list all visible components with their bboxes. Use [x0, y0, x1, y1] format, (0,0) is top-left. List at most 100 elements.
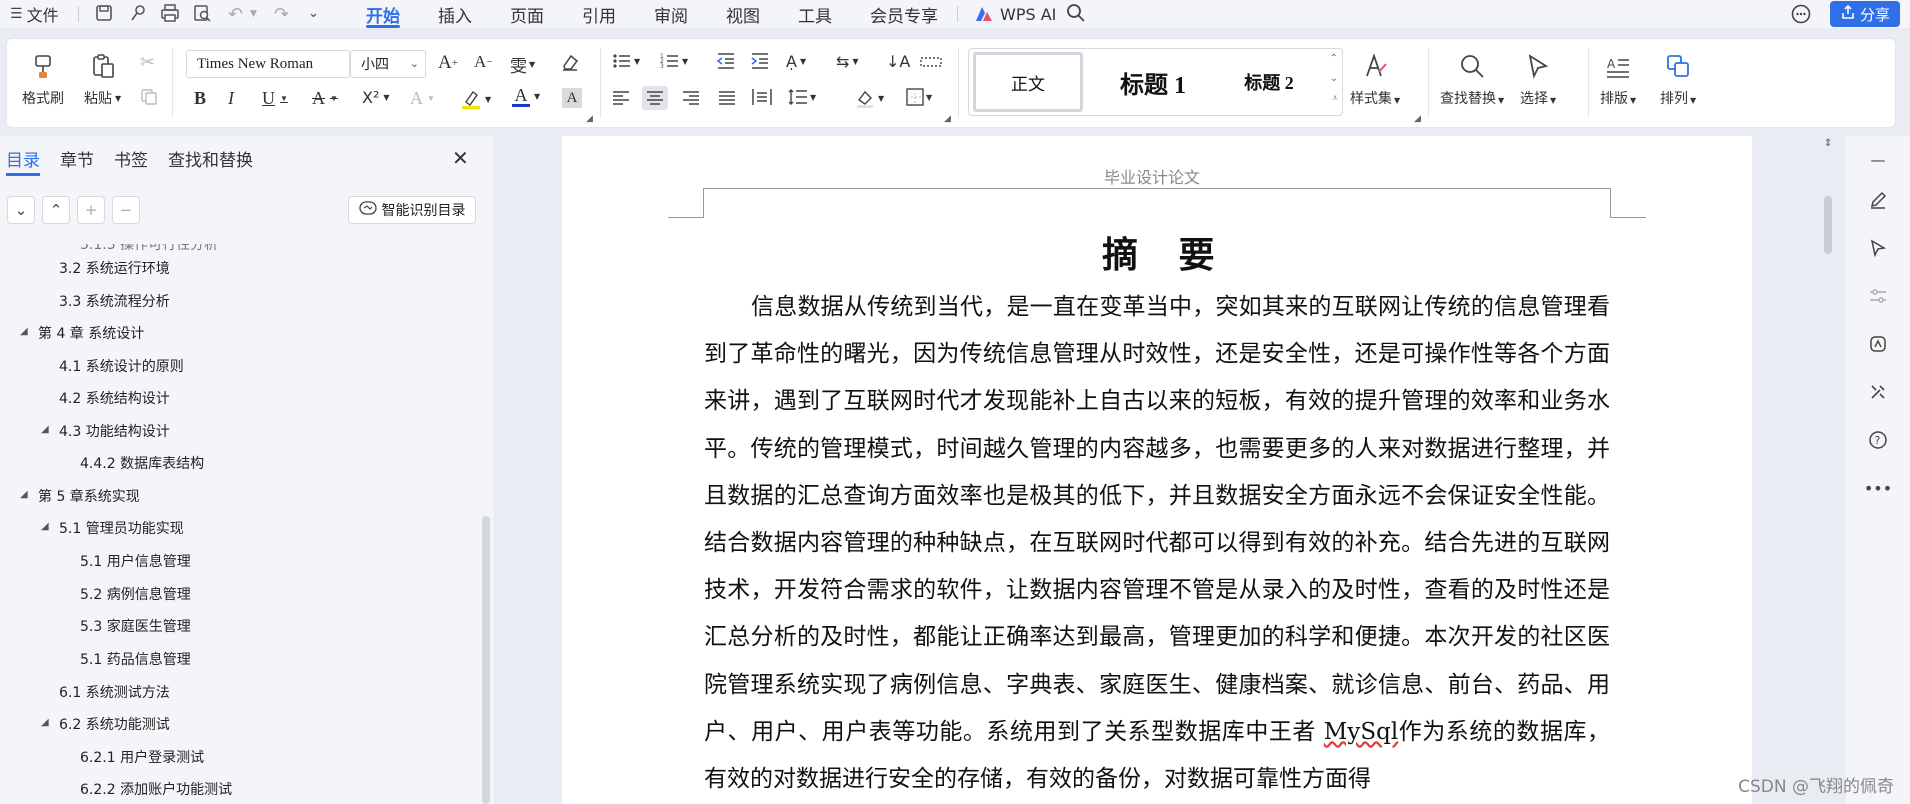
shading-icon[interactable]: ▼ [854, 88, 884, 108]
more-chevron-icon[interactable]: ⌄ [308, 6, 319, 21]
distribute-icon[interactable] [752, 88, 772, 106]
tab-insert[interactable]: 插入 [419, 0, 491, 28]
toc-item[interactable]: 6.2.2 添加账户功能测试 [80, 779, 232, 799]
align-center-icon[interactable] [642, 86, 668, 110]
tab-home[interactable]: 开始 [347, 0, 419, 28]
style-set-button[interactable]: 样式集 ▼ [1350, 50, 1400, 108]
char-shading-icon[interactable]: A [562, 88, 582, 108]
toc-item[interactable]: 3.2 系统运行环境 [59, 258, 170, 278]
decrease-font-icon[interactable]: A − [474, 52, 493, 72]
tab-references[interactable]: 引用 [563, 0, 635, 28]
align-right-icon[interactable] [682, 90, 700, 106]
vertical-scrollbar[interactable] [1824, 196, 1832, 254]
paragraph-dialog-icon[interactable]: ◢ [944, 114, 951, 124]
arrange-button[interactable]: 排列 ▼ [1660, 50, 1696, 108]
chinese-layout-icon[interactable]: ⇆ ▼ [836, 52, 859, 71]
strikethrough-icon[interactable]: A ▼ [312, 88, 338, 109]
select-cursor-icon[interactable] [1866, 236, 1890, 260]
sidebar-scrollbar[interactable] [482, 516, 490, 804]
toc-item[interactable]: 4.2 系统结构设计 [59, 388, 170, 408]
toc-item[interactable]: 第 4 章 系统设计 [38, 323, 144, 343]
smart-toc-button[interactable]: 智能识别目录 [348, 196, 476, 224]
increase-indent-icon[interactable] [750, 52, 770, 70]
gallery-scroll-down-icon[interactable]: ⌄ [1330, 73, 1338, 84]
file-menu[interactable]: ☰ 文件 [10, 0, 59, 28]
document-body[interactable]: 信息数据从传统到当代，是一直在变革当中，突如其来的互联网让传统的信息管理看到了革… [704, 284, 1610, 803]
adjust-sliders-icon[interactable] [1866, 284, 1890, 308]
expand-triangle-icon[interactable]: ◢ [41, 424, 49, 435]
toc-item[interactable]: 4.4.2 数据库表结构 [80, 453, 204, 473]
search-icon[interactable] [1066, 3, 1086, 23]
help-icon[interactable]: ? [1866, 428, 1890, 452]
undo-icon[interactable]: ↶ [228, 4, 243, 25]
toc-item[interactable]: 6.1 系统测试方法 [59, 682, 170, 702]
decrease-indent-icon[interactable] [716, 52, 736, 70]
toc-item[interactable]: 6.2 系统功能测试 [59, 714, 170, 734]
borders-icon[interactable]: ▼ [906, 88, 932, 106]
tab-page[interactable]: 页面 [491, 0, 563, 28]
toc-item[interactable]: 6.2.1 用户登录测试 [80, 747, 204, 767]
tab-toc[interactable]: 目录 [6, 146, 40, 176]
text-effect-icon[interactable]: A ▼ [410, 88, 435, 109]
tab-find-replace[interactable]: 查找和替换 [168, 146, 253, 174]
layout-button[interactable]: A 排版 ▼ [1600, 50, 1636, 108]
collapse-down-icon[interactable]: ⌄ [7, 196, 35, 224]
find-replace-button[interactable]: 查找替换 ▼ [1440, 50, 1504, 108]
numbered-list-icon[interactable]: 123 ▼ [660, 52, 688, 70]
expand-triangle-icon[interactable]: ◢ [41, 521, 49, 532]
gallery-expand-icon[interactable]: ⩡ [1332, 93, 1338, 104]
share-link-icon[interactable] [128, 3, 148, 23]
style-heading2[interactable]: 标题 2 [1219, 52, 1319, 112]
highlight-icon[interactable]: ▼ [460, 88, 491, 110]
wps-ai-button[interactable]: WPS AI [974, 0, 1056, 28]
text-direction-icon[interactable]: Ạ ▼ [786, 52, 806, 71]
select-button[interactable]: 选择 ▼ [1520, 50, 1556, 108]
tools-icon[interactable] [1866, 380, 1890, 404]
tab-review[interactable]: 审阅 [635, 0, 707, 28]
toc-item[interactable]: 5.1 管理员功能实现 [59, 518, 184, 538]
toc-item[interactable]: 3.3 系统流程分析 [59, 291, 170, 311]
tab-tools[interactable]: 工具 [779, 0, 851, 28]
font-dialog-icon[interactable]: ◢ [586, 114, 593, 124]
chat-icon[interactable] [1790, 3, 1812, 25]
toc-item[interactable]: 4.3 功能结构设计 [59, 421, 170, 441]
copy-icon[interactable] [140, 88, 158, 106]
ai-assistant-icon[interactable] [1866, 332, 1890, 356]
underline-icon[interactable]: U ▼ [262, 88, 288, 109]
align-left-icon[interactable] [612, 90, 630, 106]
styles-dialog-icon[interactable]: ◢ [1414, 114, 1421, 124]
print-icon[interactable] [160, 3, 180, 23]
tab-bookmarks[interactable]: 书签 [114, 146, 148, 174]
tab-view[interactable]: 视图 [707, 0, 779, 28]
paste-button[interactable]: 粘贴 ▼ [84, 50, 121, 108]
cut-icon[interactable]: ✂ [140, 52, 155, 73]
redo-icon[interactable]: ↷ [274, 4, 289, 25]
tab-member[interactable]: 会员专享 [851, 0, 957, 28]
expand-triangle-icon[interactable]: ◢ [20, 489, 28, 500]
ruler-toggle-icon[interactable]: ⇕ [1824, 138, 1832, 149]
toc-item[interactable]: 5.1 用户信息管理 [80, 551, 191, 571]
print-preview-icon[interactable] [192, 3, 212, 23]
toc-item[interactable]: 3.1.3 操作可行性分析 [80, 244, 218, 254]
font-name-select[interactable]: Times New Roman [186, 50, 350, 78]
sort-icon[interactable]: ↓A [886, 52, 910, 71]
toc-item[interactable]: 5.2 病例信息管理 [80, 584, 191, 604]
bullet-list-icon[interactable]: ▼ [612, 52, 640, 70]
font-color-icon[interactable]: A ▼ [512, 86, 540, 107]
italic-icon[interactable]: I [228, 88, 234, 109]
toc-item[interactable]: 5.1 药品信息管理 [80, 649, 191, 669]
remove-icon[interactable]: − [112, 196, 140, 224]
toc-item[interactable]: 5.3 家庭医生管理 [80, 616, 191, 636]
increase-font-icon[interactable]: A + [438, 52, 458, 74]
expand-triangle-icon[interactable]: ◢ [41, 717, 49, 728]
superscript-icon[interactable]: X² ▼ [362, 88, 390, 107]
gallery-scroll-up-icon[interactable]: ⌃ [1330, 53, 1338, 64]
style-normal[interactable]: 正文 [973, 52, 1083, 112]
format-painter-button[interactable]: 格式刷 [22, 50, 64, 108]
tab-chapters[interactable]: 章节 [60, 146, 94, 174]
minimize-icon[interactable]: — [1866, 148, 1890, 172]
phonetic-guide-icon[interactable]: 雯 ▼ [510, 52, 535, 77]
expand-triangle-icon[interactable]: ◢ [20, 326, 28, 337]
collapse-up-icon[interactable]: ⌃ [42, 196, 70, 224]
edit-pen-icon[interactable] [1866, 188, 1890, 212]
